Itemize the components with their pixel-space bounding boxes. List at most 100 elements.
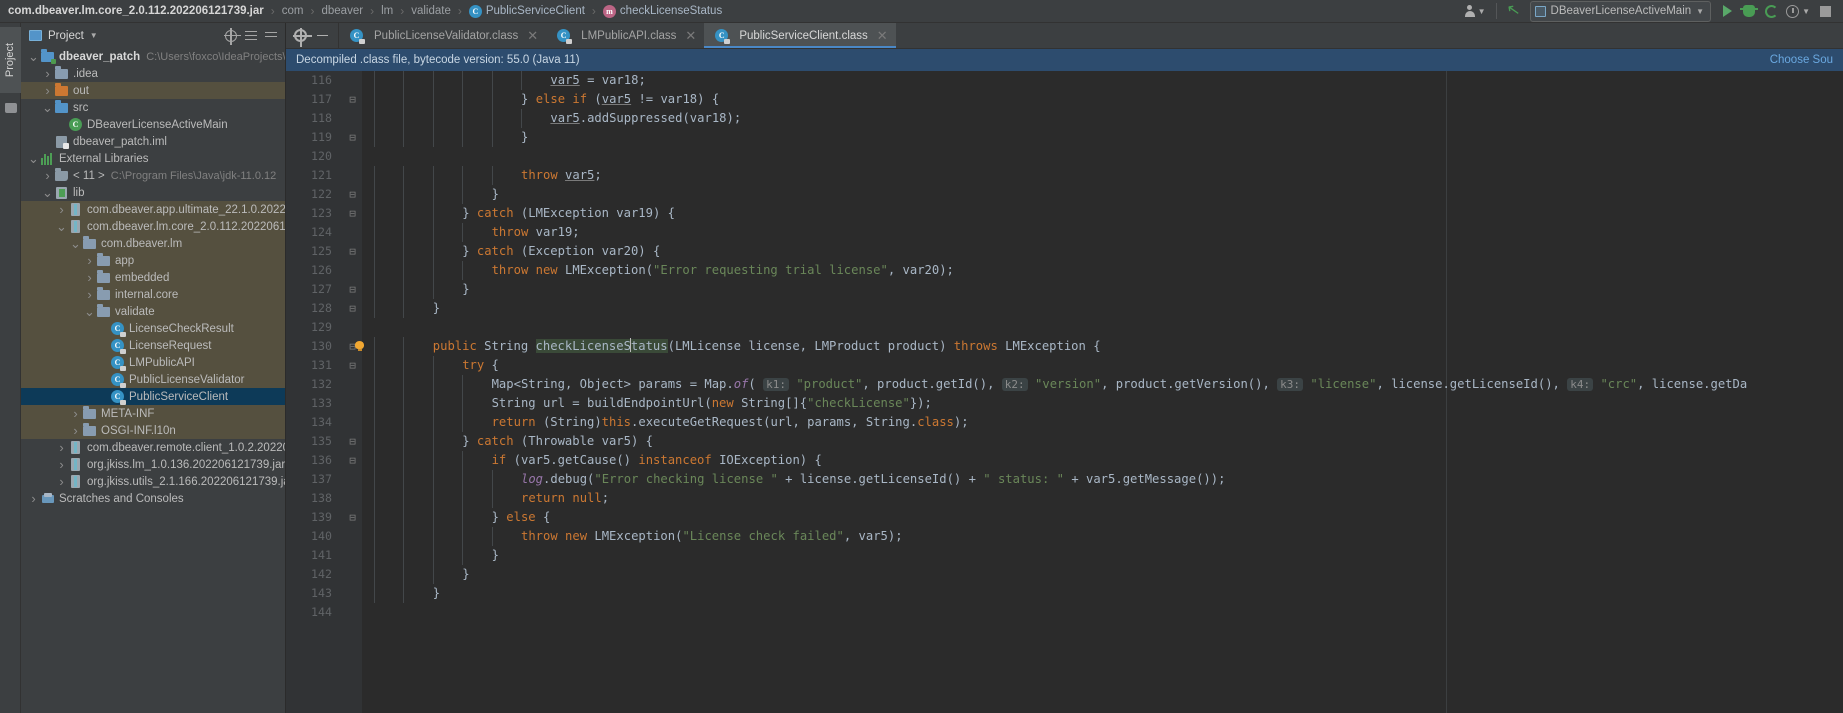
- close-icon[interactable]: ✕: [685, 28, 696, 44]
- tree-item-label: PublicServiceClient: [129, 390, 229, 403]
- chevron-right-icon[interactable]: ›: [27, 492, 40, 505]
- tool-window-button-project[interactable]: Project: [0, 27, 21, 93]
- tree-item-org-jkiss-utils-2-1-166-202206121739-jar[interactable]: › org.jkiss.utils_2.1.166.202206121739.ja…: [21, 473, 285, 490]
- tree-item-org-jkiss-lm-1-0-136-202206121739-jar[interactable]: ›org.jkiss.lm_1.0.136.202206121739.jarli…: [21, 456, 285, 473]
- tree-item-internal-core[interactable]: › internal.core: [21, 286, 285, 303]
- project-tree[interactable]: ⌄ dbeaver_patch C:\Users\foxco\IdeaProject…: [21, 48, 285, 507]
- fold-toggle-icon[interactable]: ⊟: [346, 185, 359, 204]
- fold-toggle-icon[interactable]: ⊟: [346, 432, 359, 451]
- tree-item-label: < 11 >: [73, 169, 105, 182]
- run-icon[interactable]: [1717, 1, 1737, 21]
- tree-item-licenserequest[interactable]: C LicenseRequest: [21, 337, 285, 354]
- fold-toggle-icon[interactable]: ⊟: [346, 451, 359, 470]
- chevron-down-icon[interactable]: ⌄: [41, 186, 54, 199]
- chevron-down-icon[interactable]: ⌄: [83, 305, 96, 318]
- breadcrumb-item-dbeaver[interactable]: dbeaver: [320, 5, 366, 17]
- tree-item-lmpublicapi[interactable]: C LMPublicAPI: [21, 354, 285, 371]
- chevron-right-icon[interactable]: ›: [55, 203, 68, 216]
- breadcrumb-item-com-dbeaver-lm-core-2-0-112-202206121739-jar[interactable]: com.dbeaver.lm.core_2.0.112.202206121739…: [6, 5, 266, 17]
- indent-guide: [403, 90, 405, 109]
- tree-item-scratches-and-consoles[interactable]: › Scratches and Consoles: [21, 490, 285, 507]
- tree-item-publiclicensevalidator[interactable]: C PublicLicenseValidator: [21, 371, 285, 388]
- tree-item-lib[interactable]: ⌄ lib: [21, 184, 285, 201]
- fold-toggle-icon[interactable]: ⊟: [346, 508, 359, 527]
- tree-item-embedded[interactable]: › embedded: [21, 269, 285, 286]
- chevron-right-icon[interactable]: ›: [83, 254, 96, 267]
- fold-toggle-icon[interactable]: ⊟: [346, 90, 359, 109]
- tree-item-external-libraries[interactable]: ⌄ External Libraries: [21, 150, 285, 167]
- chevron-right-icon[interactable]: ›: [69, 424, 82, 437]
- tree-item-out[interactable]: › out: [21, 82, 285, 99]
- structure-icon[interactable]: [5, 103, 17, 113]
- tree-item-com-dbeaver-lm-core-2-0-112-2022061217[interactable]: ⌄ com.dbeaver.lm.core_2.0.112.2022061217: [21, 218, 285, 235]
- tree-item-label: internal.core: [115, 288, 179, 301]
- stop-icon[interactable]: [1815, 1, 1835, 21]
- tree-item-dbeaver-patch-iml[interactable]: dbeaver_patch.iml: [21, 133, 285, 150]
- breadcrumb-item-publicserviceclient[interactable]: C PublicServiceClient: [467, 4, 587, 18]
- chevron-down-icon[interactable]: ⌄: [69, 237, 82, 250]
- breadcrumb-item-checklicensestatus[interactable]: m checkLicenseStatus: [601, 4, 724, 18]
- editor-scrollbar[interactable]: [1831, 71, 1843, 713]
- chevron-right-icon[interactable]: ›: [55, 441, 68, 454]
- debug-icon[interactable]: [1739, 1, 1759, 21]
- breadcrumb-item-lm[interactable]: lm: [379, 5, 395, 17]
- tree-item-licensecheckresult[interactable]: C LicenseCheckResult: [21, 320, 285, 337]
- tree-item-dbeaverlicenseactivemain[interactable]: C DBeaverLicenseActiveMain: [21, 116, 285, 133]
- tree-item-src[interactable]: ⌄ src: [21, 99, 285, 116]
- tree-item--idea[interactable]: › .idea: [21, 65, 285, 82]
- chevron-right-icon[interactable]: ›: [41, 84, 54, 97]
- fold-toggle-icon[interactable]: ⊟: [346, 280, 359, 299]
- indent-guide: [374, 204, 375, 223]
- chevron-right-icon[interactable]: ›: [55, 475, 68, 488]
- minimize-icon[interactable]: [317, 34, 328, 37]
- chevron-right-icon[interactable]: ›: [83, 271, 96, 284]
- tree-item-com-dbeaver-app-ultimate-22-1-0-202206[interactable]: › com.dbeaver.app.ultimate_22.1.0.202206: [21, 201, 285, 218]
- code-line: 144: [286, 603, 1843, 622]
- chevron-right-icon[interactable]: ›: [69, 407, 82, 420]
- chevron-right-icon[interactable]: ›: [41, 67, 54, 80]
- breadcrumb-item-com[interactable]: com: [280, 5, 306, 17]
- tree-item---11--[interactable]: › < 11 > C:\Program Files\Java\jdk-11.0.12: [21, 167, 285, 184]
- tree-item-app[interactable]: › app: [21, 252, 285, 269]
- project-view-chevron-down-icon[interactable]: ▼: [90, 31, 98, 40]
- tree-item-validate[interactable]: ⌄ validate: [21, 303, 285, 320]
- fold-toggle-icon[interactable]: ⊟: [346, 204, 359, 223]
- run-configuration-selector[interactable]: DBeaverLicenseActiveMain ▼: [1529, 0, 1712, 22]
- tree-item-dbeaver-patch[interactable]: ⌄ dbeaver_patch C:\Users\foxco\IdeaProject…: [21, 48, 285, 65]
- close-icon[interactable]: ✕: [527, 28, 538, 44]
- chevron-right-icon[interactable]: ›: [41, 169, 54, 182]
- chevron-down-icon[interactable]: ⌄: [27, 50, 40, 63]
- fold-toggle-icon[interactable]: ⊟: [346, 299, 359, 318]
- tree-item-osgi-inf-l10n[interactable]: › OSGI-INF.l10n: [21, 422, 285, 439]
- tree-item-com-dbeaver-lm[interactable]: ⌄ com.dbeaver.lm: [21, 235, 285, 252]
- breadcrumb-item-validate[interactable]: validate: [409, 5, 453, 17]
- gear-icon[interactable]: [292, 27, 312, 47]
- fold-toggle-icon[interactable]: ⊟: [346, 128, 359, 147]
- editor-tab-lmpublicapi-class[interactable]: C LMPublicAPI.class ✕: [546, 23, 704, 48]
- chevron-right-icon[interactable]: ›: [83, 288, 96, 301]
- chevron-down-icon[interactable]: ⌄: [27, 152, 40, 165]
- intention-bulb-icon[interactable]: [355, 341, 364, 351]
- editor-tab-publiclicensevalidator-class[interactable]: C PublicLicenseValidator.class ✕: [339, 23, 546, 48]
- close-icon[interactable]: ✕: [877, 28, 888, 44]
- indent-guide: [374, 90, 375, 109]
- tree-item-com-dbeaver-remote-client-1-0-2-2022061[interactable]: › com.dbeaver.remote.client_1.0.2.2022061: [21, 439, 285, 456]
- collapse-all-icon[interactable]: [265, 30, 277, 42]
- chevron-down-icon[interactable]: ⌄: [55, 220, 68, 233]
- fold-toggle-icon[interactable]: ⊟: [346, 242, 359, 261]
- fold-toggle-icon[interactable]: ⊟: [346, 356, 359, 375]
- expand-all-icon[interactable]: [245, 30, 257, 42]
- user-icon[interactable]: ▼: [1462, 1, 1489, 21]
- tree-item-publicserviceclient[interactable]: C PublicServiceClient: [21, 388, 285, 405]
- tree-item-meta-inf[interactable]: › META-INF: [21, 405, 285, 422]
- select-opened-file-icon[interactable]: [223, 28, 241, 45]
- choose-sources-link[interactable]: Choose Sou: [1770, 54, 1833, 66]
- chevron-right-icon[interactable]: ›: [55, 458, 68, 471]
- updates-arrow-icon[interactable]: ↖: [1504, 1, 1524, 21]
- code-editor[interactable]: 116 var5 = var18; 117 ⊟} else if (var5 != v…: [286, 71, 1843, 713]
- chevron-down-icon[interactable]: ⌄: [41, 101, 54, 114]
- profiler-icon[interactable]: ▼: [1783, 1, 1813, 21]
- editor-tab-publicserviceclient-class[interactable]: C PublicServiceClient.class ✕: [704, 23, 897, 48]
- code-text: log.debug("Error checking license " + li…: [521, 472, 1226, 486]
- coverage-icon[interactable]: [1761, 1, 1781, 21]
